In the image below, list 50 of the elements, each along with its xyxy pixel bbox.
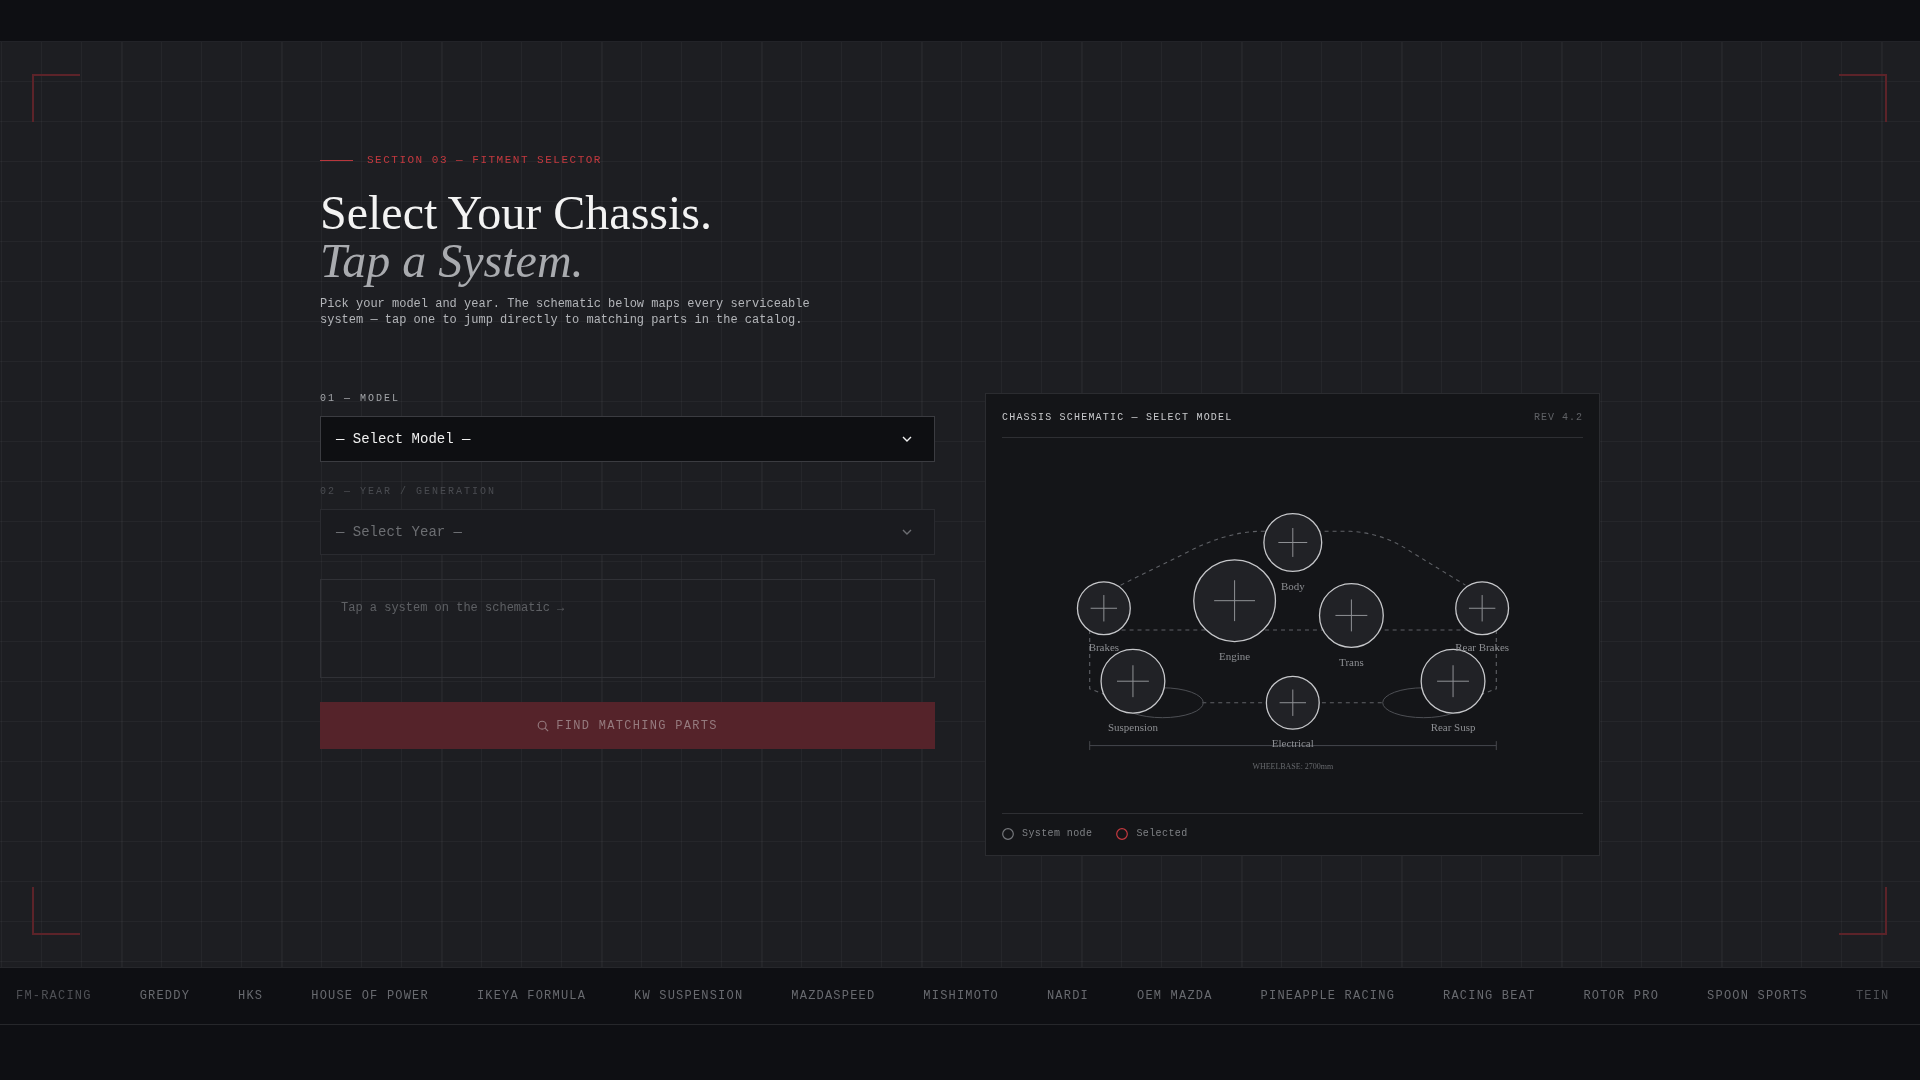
- node-label: Brakes: [1088, 640, 1120, 653]
- search-icon: [537, 719, 550, 732]
- system-node[interactable]: [1263, 512, 1323, 573]
- corner-bracket-icon: [1839, 887, 1887, 935]
- intro-text: Pick your model and year. The schematic below maps every serviceable system — tap one to jump directly to matching parts in the catalog.: [320, 296, 811, 328]
- node-label: Suspension: [1108, 720, 1158, 733]
- brand-name: RACING BEAT: [1443, 989, 1536, 1003]
- corner-bracket-icon: [1839, 74, 1887, 122]
- ring-icon: [1116, 828, 1129, 840]
- page-subtitle: Tap a System.: [320, 237, 584, 285]
- node-label: Rear Susp: [1430, 720, 1476, 733]
- system-node[interactable]: [1455, 581, 1510, 636]
- brand-name: TEIN: [1855, 989, 1890, 1003]
- page-title: Select Your Chassis.: [320, 189, 713, 237]
- system-node[interactable]: [1318, 582, 1384, 648]
- brand-name: MISHIMOTO: [923, 989, 999, 1003]
- brand-name: IKEYA FORMULA: [476, 989, 587, 1003]
- dimension-label: WHEELBASE: 2700mm: [1252, 761, 1334, 771]
- brand-name: HOUSE OF POWER: [311, 989, 429, 1003]
- selection-field: Tap a system on the schematic →: [320, 579, 935, 678]
- brand-name: GREDDY: [139, 989, 191, 1003]
- panel-title: CHASSIS SCHEMATIC — SELECT MODEL: [1002, 411, 1233, 425]
- chevron-down-icon: [902, 436, 912, 442]
- select-field[interactable]: — Select Model —: [320, 416, 935, 462]
- node-label: Electrical: [1271, 736, 1314, 749]
- brand-name: SPOON SPORTS: [1707, 989, 1808, 1003]
- system-node[interactable]: [1193, 559, 1277, 643]
- brand-name: NARDI: [1046, 989, 1089, 1003]
- field-label: 01 — MODEL: [320, 393, 400, 405]
- brand-name: FM-RACING: [16, 989, 92, 1003]
- legend-label: System node: [1022, 827, 1093, 841]
- node-label: Engine: [1219, 649, 1251, 662]
- brand-name: PINEAPPLE RACING: [1260, 989, 1396, 1003]
- node-label: Trans: [1339, 655, 1364, 668]
- corner-bracket-icon: [32, 74, 80, 122]
- corner-bracket-icon: [32, 887, 80, 935]
- revision-label: REV 4.2: [1534, 411, 1583, 425]
- legend-label: Selected: [1136, 827, 1188, 841]
- node-label: Rear Brakes: [1455, 640, 1510, 653]
- system-node[interactable]: [1265, 675, 1320, 730]
- section-label: SECTION 03 — FITMENT SELECTOR: [367, 153, 602, 167]
- brand-name: KW SUSPENSION: [634, 989, 744, 1003]
- system-node[interactable]: [1076, 581, 1131, 636]
- brand-name: ROTOR PRO: [1583, 989, 1660, 1003]
- ring-icon: [1002, 828, 1014, 840]
- brand-name: OEM MAZDA: [1137, 989, 1213, 1003]
- brand-name: HKS: [238, 989, 264, 1003]
- node-label: Body: [1280, 580, 1305, 593]
- chevron-down-icon: [902, 529, 912, 535]
- brand-name: MAZDASPEED: [791, 989, 876, 1003]
